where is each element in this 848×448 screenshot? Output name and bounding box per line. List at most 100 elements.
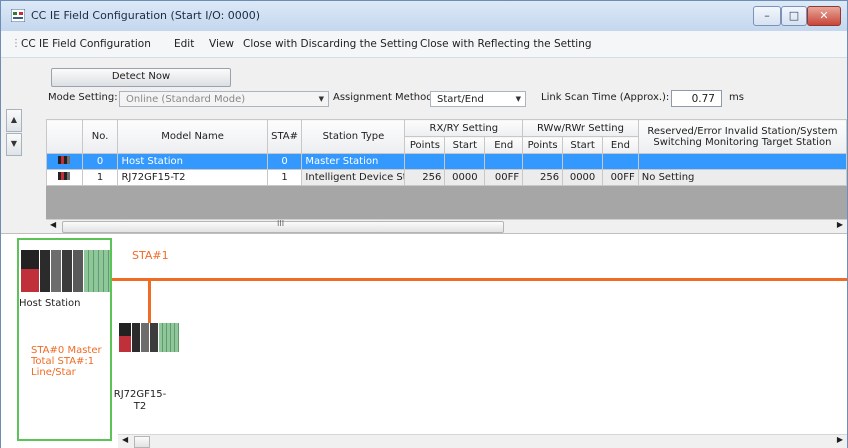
header-sta[interactable]: STA# <box>266 119 303 154</box>
header-model-name[interactable]: Model Name <box>117 119 268 154</box>
plc-module-icon <box>58 172 71 180</box>
header-reserved: Reserved/Error Invalid Station/System Sw… <box>637 119 847 154</box>
window-title: CC IE Field Configuration (Start I/O: 00… <box>31 9 261 22</box>
scroll-right-icon[interactable]: ▶ <box>837 435 843 444</box>
header-rww-rwr-setting: RWw/RWr Setting <box>522 119 639 137</box>
app-icon <box>11 9 25 22</box>
header-rx-ry-setting: RX/RY Setting <box>404 119 524 137</box>
header-rx-points: Points <box>404 136 446 154</box>
station-table: No. Model Name STA# Station Type RX/RY S… <box>46 119 847 221</box>
cell-rx-points[interactable] <box>404 153 446 170</box>
link-scan-time-label: Link Scan Time (Approx.): <box>541 92 670 103</box>
table-horizontal-scrollbar[interactable]: ◀ III ▶ <box>46 219 847 233</box>
menu-view[interactable]: View <box>209 38 234 50</box>
header-rw-start: Start <box>562 136 604 154</box>
station-icon-cell <box>46 153 83 170</box>
mode-setting-value: Online (Standard Mode) <box>126 94 246 105</box>
diagram-horizontal-scrollbar[interactable]: ◀ ▶ <box>118 434 847 448</box>
assignment-method-label: Assignment Method: <box>333 92 436 103</box>
host-station-panel[interactable]: Host Station STA#0 Master Total STA#:1 L… <box>17 238 112 441</box>
cell-rx-end: 00FF <box>484 169 524 186</box>
menu-close-reflect[interactable]: Close with Reflecting the Setting <box>420 38 592 50</box>
title-bar: CC IE Field Configuration (Start I/O: 00… <box>1 1 847 31</box>
arrow-up-icon: ▲ <box>10 115 18 124</box>
station-drop-line <box>148 281 151 323</box>
scroll-left-icon[interactable]: ◀ <box>50 220 56 229</box>
header-reserved-line2: Switching Monitoring Target Station <box>653 136 832 148</box>
network-diagram-canvas[interactable]: Host Station STA#0 Master Total STA#:1 L… <box>1 233 847 448</box>
scrollbar-thumb[interactable]: III <box>62 219 504 233</box>
cell-model-name: RJ72GF15-T2 <box>117 169 268 186</box>
menu-grip-icon: ⋮ <box>11 38 21 49</box>
cell-station-type[interactable]: Intelligent Device Station <box>301 169 406 186</box>
host-info-line: Total STA#:1 <box>31 356 95 367</box>
scroll-left-icon[interactable]: ◀ <box>122 435 128 444</box>
move-down-button[interactable]: ▼ <box>6 133 22 156</box>
device-label-line: T2 <box>133 401 147 412</box>
cell-model-name: Host Station <box>117 153 268 170</box>
mode-setting-label: Mode Setting: <box>48 92 118 103</box>
app-window: CC IE Field Configuration (Start I/O: 00… <box>0 0 848 448</box>
cell-no: 1 <box>81 169 119 186</box>
host-info-line: STA#0 Master <box>31 345 102 356</box>
header-icon-column <box>46 119 83 154</box>
assignment-method-value: Start/End <box>437 94 484 105</box>
menu-close-discard[interactable]: Close with Discarding the Setting <box>243 38 418 50</box>
scrollbar-thumb[interactable] <box>134 436 150 448</box>
network-line <box>112 278 847 281</box>
chevron-down-icon: ▼ <box>318 95 324 103</box>
scrollbar-grip: III <box>277 219 285 228</box>
table-row[interactable]: 1 RJ72GF15-T2 1 Intelligent Device Stati… <box>46 169 847 186</box>
host-station-info: STA#0 Master Total STA#:1 Line/Star <box>31 345 102 378</box>
cell-reserved[interactable] <box>637 153 847 170</box>
scroll-right-icon[interactable]: ▶ <box>837 220 843 229</box>
cell-sta: 0 <box>266 153 303 170</box>
cell-rx-points[interactable]: 256 <box>404 169 446 186</box>
link-scan-time-unit: ms <box>729 92 744 103</box>
minimize-button[interactable]: – <box>753 6 781 26</box>
cell-rw-start[interactable]: 0000 <box>562 169 604 186</box>
menu-cc-ie-field-configuration[interactable]: CC IE Field Configuration <box>21 38 151 50</box>
link-scan-time-value: 0.77 <box>671 90 722 107</box>
rj72gf15-plc-icon[interactable] <box>119 323 181 352</box>
header-rw-points: Points <box>522 136 564 154</box>
header-reserved-line1: Reserved/Error Invalid Station/System <box>647 125 838 137</box>
host-plc-icon[interactable] <box>21 250 111 292</box>
detect-now-button[interactable]: Detect Now <box>51 68 231 87</box>
arrow-down-icon: ▼ <box>10 139 18 148</box>
cell-rx-start[interactable]: 0000 <box>444 169 486 186</box>
table-row[interactable]: 0 Host Station 0 Master Station <box>46 153 847 170</box>
device-label-line: RJ72GF15- <box>113 389 167 400</box>
header-rx-start: Start <box>444 136 486 154</box>
cell-rw-end <box>602 153 639 170</box>
cell-no: 0 <box>81 153 119 170</box>
menu-bar: ⋮ CC IE Field Configuration Edit View Cl… <box>1 31 847 58</box>
header-rw-end: End <box>602 136 639 154</box>
cell-rw-points[interactable] <box>522 153 564 170</box>
station-icon-cell <box>46 169 83 186</box>
close-button[interactable]: ✕ <box>807 6 841 26</box>
cell-reserved[interactable]: No Setting <box>637 169 847 186</box>
host-info-line: Line/Star <box>31 367 76 378</box>
header-rx-end: End <box>484 136 524 154</box>
device-label: RJ72GF15- T2 <box>109 389 171 413</box>
cell-rx-start[interactable] <box>444 153 486 170</box>
cell-rx-end <box>484 153 524 170</box>
settings-panel: Detect Now Mode Setting: Online (Standar… <box>15 58 847 118</box>
menu-edit[interactable]: Edit <box>174 38 194 50</box>
sta-number-label: STA#1 <box>132 249 169 262</box>
plc-module-icon <box>58 156 71 164</box>
cell-sta[interactable]: 1 <box>266 169 303 186</box>
cell-rw-end: 00FF <box>602 169 639 186</box>
header-station-type[interactable]: Station Type <box>301 119 406 154</box>
cell-rw-points[interactable]: 256 <box>522 169 564 186</box>
cell-station-type: Master Station <box>301 153 406 170</box>
mode-setting-select[interactable]: Online (Standard Mode) ▼ <box>119 91 329 107</box>
assignment-method-select[interactable]: Start/End ▼ <box>430 91 526 107</box>
host-station-label: Host Station <box>19 298 81 309</box>
cell-rw-start[interactable] <box>562 153 604 170</box>
maximize-button[interactable]: □ <box>781 6 807 26</box>
header-no[interactable]: No. <box>81 119 119 154</box>
move-up-button[interactable]: ▲ <box>6 109 22 132</box>
chevron-down-icon: ▼ <box>515 95 521 103</box>
